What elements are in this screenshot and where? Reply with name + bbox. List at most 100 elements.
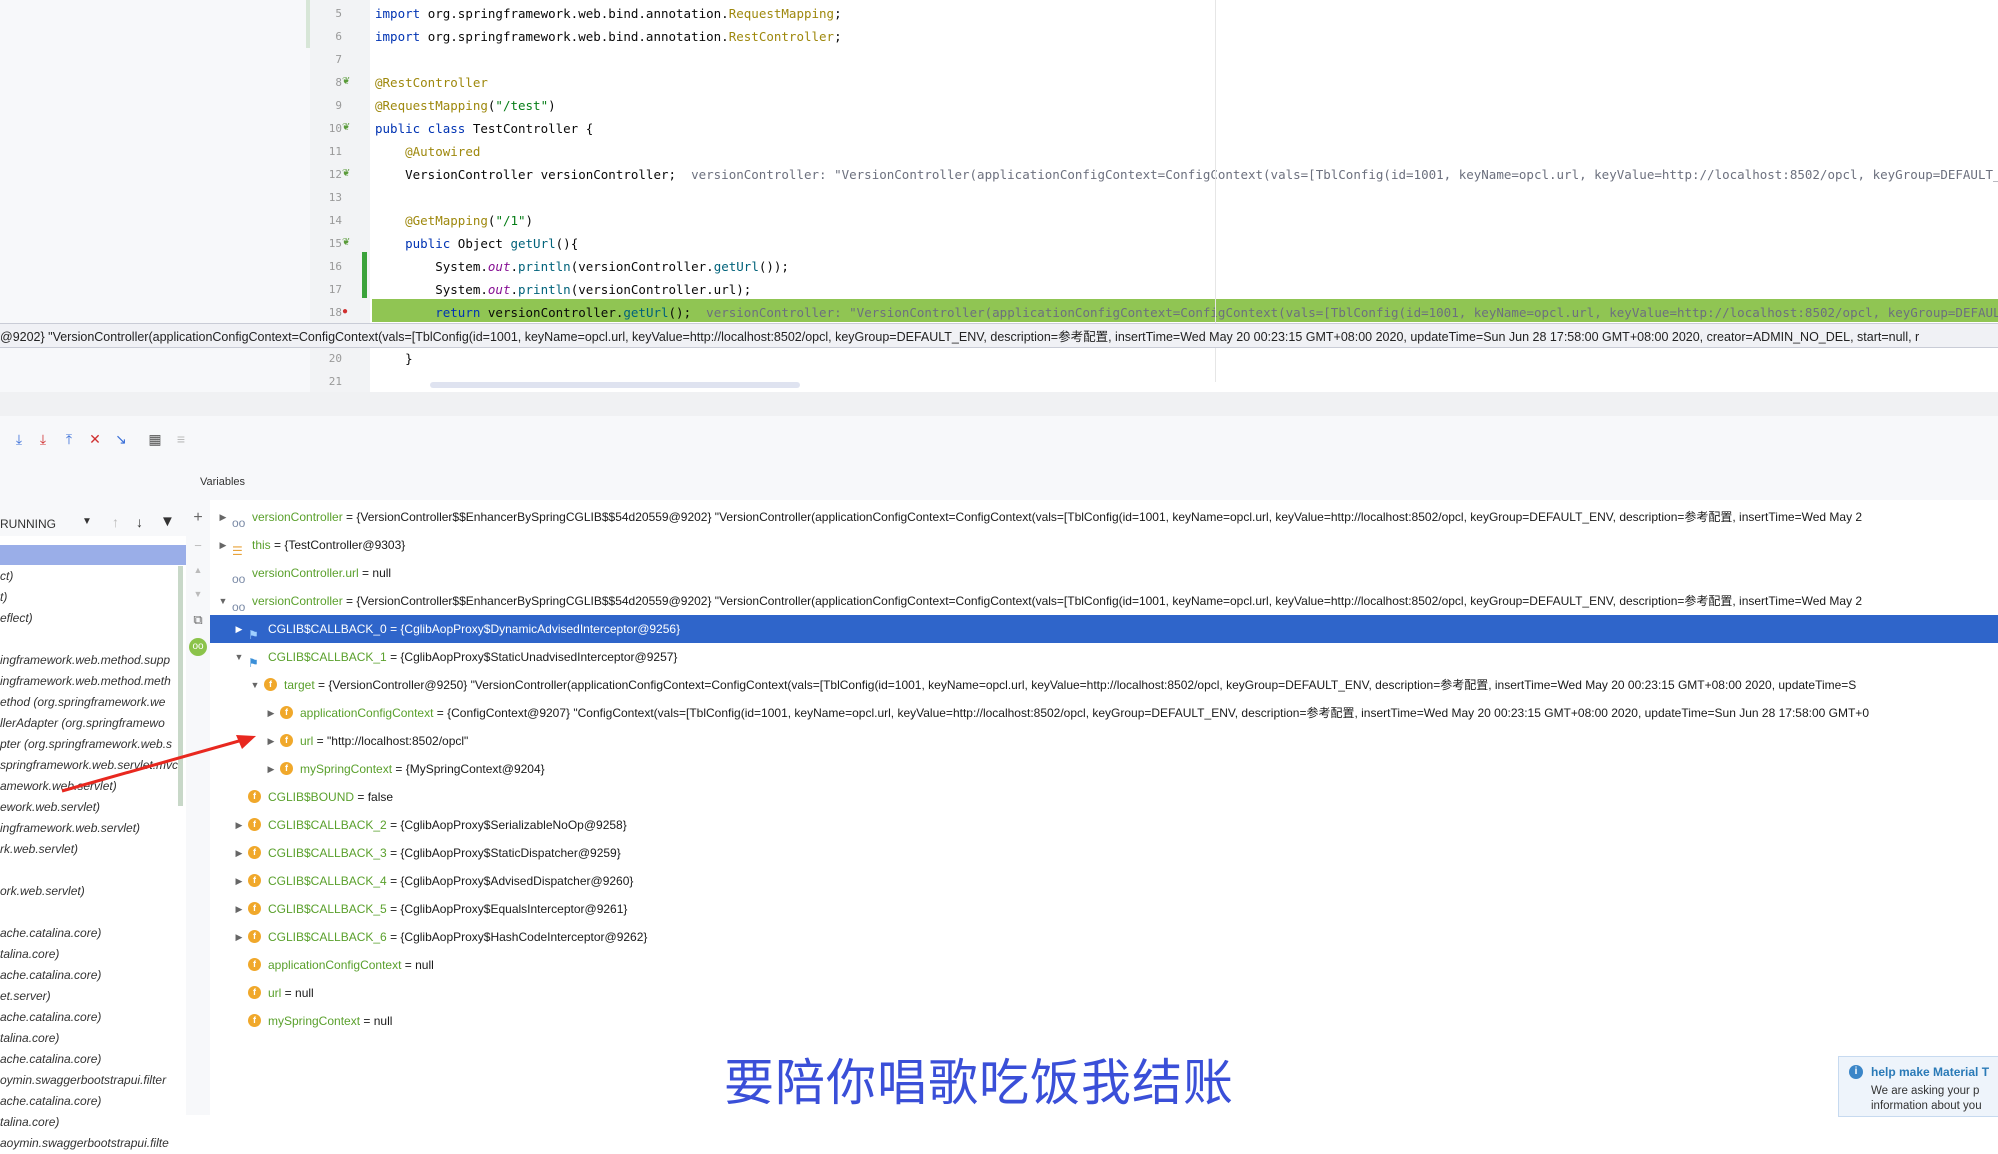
variable-row[interactable]: ▶ f applicationConfigContext = {ConfigCont… xyxy=(210,699,1998,727)
frames-selected-row[interactable] xyxy=(0,545,186,565)
stack-frame[interactable]: rk.web.servlet) xyxy=(0,839,78,860)
line-number[interactable]: 10 xyxy=(320,117,342,140)
stack-frame[interactable]: ache.catalina.core) xyxy=(0,923,101,944)
line-number[interactable]: 12 xyxy=(320,163,342,186)
line-number[interactable]: 5 xyxy=(320,2,342,25)
code-line[interactable]: } xyxy=(375,347,413,370)
notification-balloon[interactable]: i help make Material T We are asking you… xyxy=(1838,1056,1998,1117)
stack-frame[interactable]: talina.core) xyxy=(0,1028,59,1049)
stack-frame[interactable]: ct) xyxy=(0,566,13,587)
remove-watch-icon[interactable]: − xyxy=(190,538,206,554)
copy-icon[interactable]: ⧉ xyxy=(190,612,206,628)
line-number[interactable]: 18 xyxy=(320,301,342,324)
collapsed-arrow-icon[interactable]: ▶ xyxy=(234,615,244,643)
bean-icon[interactable]: ❦ xyxy=(342,168,354,180)
expanded-arrow-icon[interactable]: ▼ xyxy=(218,587,228,615)
collapsed-arrow-icon[interactable]: ▶ xyxy=(266,699,276,727)
code-line[interactable]: import org.springframework.web.bind.anno… xyxy=(375,25,842,48)
horizontal-scrollbar[interactable] xyxy=(430,382,800,388)
drop-frame-icon[interactable]: ✕ xyxy=(86,430,104,448)
variable-row[interactable]: ▶ oo versionController = {VersionControlle… xyxy=(210,503,1998,531)
line-number[interactable]: 14 xyxy=(320,209,342,232)
step-out-icon[interactable]: ⤒ xyxy=(60,430,78,448)
collapsed-arrow-icon[interactable]: ▶ xyxy=(218,531,228,559)
stack-frame[interactable]: talina.core) xyxy=(0,1112,59,1133)
line-number[interactable]: 17 xyxy=(320,278,342,301)
stack-frame[interactable]: ethod (org.springframework.we xyxy=(0,692,165,713)
code-line[interactable]: @GetMapping("/1") xyxy=(375,209,533,232)
move-down-icon[interactable]: ▼ xyxy=(190,586,206,602)
code-line[interactable]: return versionController.getUrl(); versi… xyxy=(375,301,1998,324)
add-watch-icon[interactable]: + xyxy=(190,510,206,526)
stack-frame[interactable]: ache.catalina.core) xyxy=(0,1091,101,1112)
collapsed-arrow-icon[interactable]: ▶ xyxy=(218,503,228,531)
stack-frame[interactable]: ache.catalina.core) xyxy=(0,1049,101,1070)
breakpoint-icon[interactable]: ● xyxy=(342,306,354,318)
line-number[interactable]: 21 xyxy=(320,370,342,392)
line-number[interactable]: 15 xyxy=(320,232,342,255)
stack-frame[interactable]: ache.catalina.core) xyxy=(0,1007,101,1028)
filter-icon[interactable]: ▼ xyxy=(160,513,175,530)
variable-row[interactable]: ▶ ☰ this = {TestController@9303} xyxy=(210,531,1998,559)
variable-row[interactable]: ▶ f CGLIB$CALLBACK_2 = {CglibAopProxy$Seri… xyxy=(210,811,1998,839)
line-number[interactable]: 20 xyxy=(320,347,342,370)
step-into-icon[interactable]: ⤓ xyxy=(34,430,52,448)
trace-icon[interactable]: ≡ xyxy=(172,430,190,448)
show-watches-icon[interactable]: oo xyxy=(189,638,207,656)
stack-frame[interactable]: eflect) xyxy=(0,608,33,629)
stack-frame[interactable]: t) xyxy=(0,587,7,608)
variables-tree[interactable]: ▶ oo versionController = {VersionControlle… xyxy=(210,500,1998,1115)
variable-row[interactable]: f CGLIB$BOUND = false xyxy=(210,783,1998,811)
panel-splitter[interactable] xyxy=(0,392,1998,416)
chevron-down-icon[interactable]: ▼ xyxy=(82,516,92,527)
bean-icon[interactable]: ❦ xyxy=(342,76,354,88)
stack-frame[interactable]: aoymin.swaggerbootstrapui.filte xyxy=(0,1133,169,1154)
code-line[interactable]: public class TestController { xyxy=(375,117,593,140)
code-line[interactable]: System.out.println(versionController.get… xyxy=(375,255,789,278)
stack-frame[interactable]: llerAdapter (org.springframewo xyxy=(0,713,165,734)
collapsed-arrow-icon[interactable]: ▶ xyxy=(266,755,276,783)
stack-frame[interactable]: ingframework.web.method.meth xyxy=(0,671,171,692)
variable-row[interactable]: f url = null xyxy=(210,979,1998,1007)
code-line[interactable]: VersionController versionController; ver… xyxy=(375,163,1998,186)
variable-row[interactable]: f mySpringContext = null xyxy=(210,1007,1998,1035)
line-number[interactable]: 8 xyxy=(320,71,342,94)
line-number[interactable]: 6 xyxy=(320,25,342,48)
collapsed-arrow-icon[interactable]: ▶ xyxy=(266,727,276,755)
variable-row[interactable]: ▶ ⚑ CGLIB$CALLBACK_0 = {CglibAopProxy$Dyna… xyxy=(210,615,1998,643)
run-to-cursor-icon[interactable]: ↘ xyxy=(112,430,130,448)
move-up-icon[interactable]: ▲ xyxy=(190,562,206,578)
variable-row[interactable]: ▶ f mySpringContext = {MySpringContext@920… xyxy=(210,755,1998,783)
code-line[interactable]: import org.springframework.web.bind.anno… xyxy=(375,2,842,25)
stack-frame[interactable]: ingframework.web.method.supp xyxy=(0,650,170,671)
stack-frame[interactable]: ework.web.servlet) xyxy=(0,797,100,818)
line-number[interactable]: 9 xyxy=(320,94,342,117)
stack-frame[interactable]: ork.web.servlet) xyxy=(0,881,85,902)
expanded-arrow-icon[interactable]: ▼ xyxy=(234,643,244,671)
line-number[interactable]: 16 xyxy=(320,255,342,278)
evaluate-expression-icon[interactable]: ▦ xyxy=(146,430,164,448)
arrow-down-icon[interactable]: ↓ xyxy=(136,514,143,530)
collapsed-arrow-icon[interactable]: ▶ xyxy=(234,867,244,895)
collapsed-arrow-icon[interactable]: ▶ xyxy=(234,811,244,839)
variable-row[interactable]: oo versionController.url = null xyxy=(210,559,1998,587)
variable-row[interactable]: f applicationConfigContext = null xyxy=(210,951,1998,979)
variable-row[interactable]: ▶ f CGLIB$CALLBACK_6 = {CglibAopProxy$Hash… xyxy=(210,923,1998,951)
code-line[interactable]: @RestController xyxy=(375,71,488,94)
code-line[interactable]: @Autowired xyxy=(375,140,480,163)
thread-selector[interactable]: RUNNING xyxy=(0,517,56,531)
code-line[interactable]: System.out.println(versionController.url… xyxy=(375,278,751,301)
variable-row[interactable]: ▶ f CGLIB$CALLBACK_3 = {CglibAopProxy$Stat… xyxy=(210,839,1998,867)
collapsed-arrow-icon[interactable]: ▶ xyxy=(234,839,244,867)
variable-row[interactable]: ▼ f target = {VersionController@9250} "Ver… xyxy=(210,671,1998,699)
stack-frame[interactable]: talina.core) xyxy=(0,944,59,965)
stack-frame[interactable]: et.server) xyxy=(0,986,51,1007)
expanded-arrow-icon[interactable]: ▼ xyxy=(250,671,260,699)
bean-icon[interactable]: ❦ xyxy=(342,122,354,134)
step-over-icon[interactable]: ⤓ xyxy=(10,430,28,448)
stack-frame[interactable]: ache.catalina.core) xyxy=(0,965,101,986)
frames-list[interactable]: ct) t) eflect) ingframework.web.method.supp… xyxy=(0,536,186,1150)
code-line[interactable]: public Object getUrl(){ xyxy=(375,232,578,255)
variable-row[interactable]: ▶ f CGLIB$CALLBACK_4 = {CglibAopProxy$Advi… xyxy=(210,867,1998,895)
collapsed-arrow-icon[interactable]: ▶ xyxy=(234,895,244,923)
